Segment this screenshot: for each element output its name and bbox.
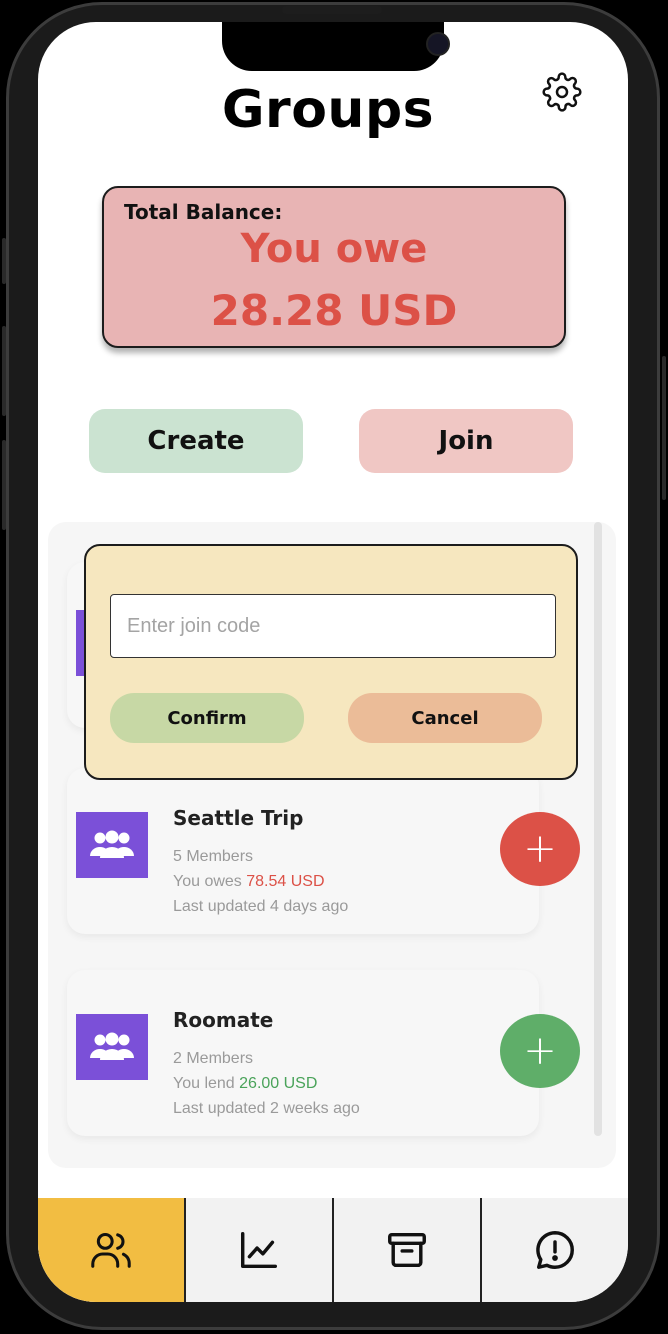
plus-icon: + [523, 826, 557, 872]
nav-tab-support[interactable] [482, 1198, 628, 1302]
plus-icon: + [523, 1028, 557, 1074]
group-updated: Last updated 2 weeks ago [173, 1100, 360, 1117]
nav-tab-archive[interactable] [334, 1198, 482, 1302]
group-balance: You lend 26.00 USD [173, 1075, 317, 1093]
cancel-button[interactable]: Cancel [348, 693, 542, 743]
balance-prefix: You lend [173, 1075, 240, 1092]
scrollbar[interactable] [594, 522, 602, 1136]
create-group-button[interactable]: Create [89, 409, 303, 473]
archive-icon [388, 1232, 426, 1268]
join-code-input[interactable] [110, 594, 556, 658]
balance-prefix: You owes [173, 873, 247, 890]
join-group-button[interactable]: Join [359, 409, 573, 473]
add-expense-button[interactable]: + [500, 1014, 580, 1088]
alert-chat-icon [536, 1231, 574, 1269]
group-members: 5 Members [173, 848, 254, 865]
group-updated: Last updated 4 days ago [173, 898, 349, 915]
page-title: Groups [221, 80, 435, 140]
bottom-nav [38, 1198, 628, 1302]
total-balance-card: Total Balance: You owe 28.28 USD [102, 186, 566, 348]
gear-icon[interactable] [542, 72, 582, 112]
app-screen: Groups Total Balance: You owe 28.28 USD … [38, 22, 628, 1302]
phone-speaker [282, 6, 382, 14]
confirm-button[interactable]: Confirm [110, 693, 304, 743]
balance-value: 26.00 USD [239, 1075, 318, 1092]
balance-value: 78.54 USD [246, 873, 325, 890]
groups-icon [91, 1232, 131, 1268]
nav-tab-stats[interactable] [186, 1198, 334, 1302]
balance-amount: 28.28 USD [210, 286, 458, 335]
balance-label: Total Balance: [124, 200, 283, 224]
group-balance: You owes 78.54 USD [173, 873, 325, 891]
phone-volume-down [2, 440, 6, 530]
group-card[interactable]: Seattle Trip 5 Members You owes 78.54 US… [67, 768, 539, 934]
people-icon [76, 812, 148, 878]
phone-power-button [662, 356, 666, 500]
group-members: 2 Members [173, 1050, 254, 1067]
nav-tab-groups[interactable] [38, 1198, 186, 1302]
join-group-dialog: Confirm Cancel [84, 544, 578, 780]
chart-line-icon [240, 1231, 278, 1269]
group-name: Seattle Trip [173, 806, 304, 830]
balance-status: You owe [240, 226, 428, 272]
group-avatar [76, 610, 84, 676]
group-card[interactable]: Roomate 2 Members You lend 26.00 USD Las… [67, 970, 539, 1136]
group-name: Roomate [173, 1008, 274, 1032]
phone-volume-up [2, 326, 6, 416]
camera-icon [426, 32, 450, 56]
phone-notch [222, 22, 450, 71]
people-icon [76, 1014, 148, 1080]
phone-silent-switch [2, 238, 6, 284]
add-expense-button[interactable]: + [500, 812, 580, 886]
